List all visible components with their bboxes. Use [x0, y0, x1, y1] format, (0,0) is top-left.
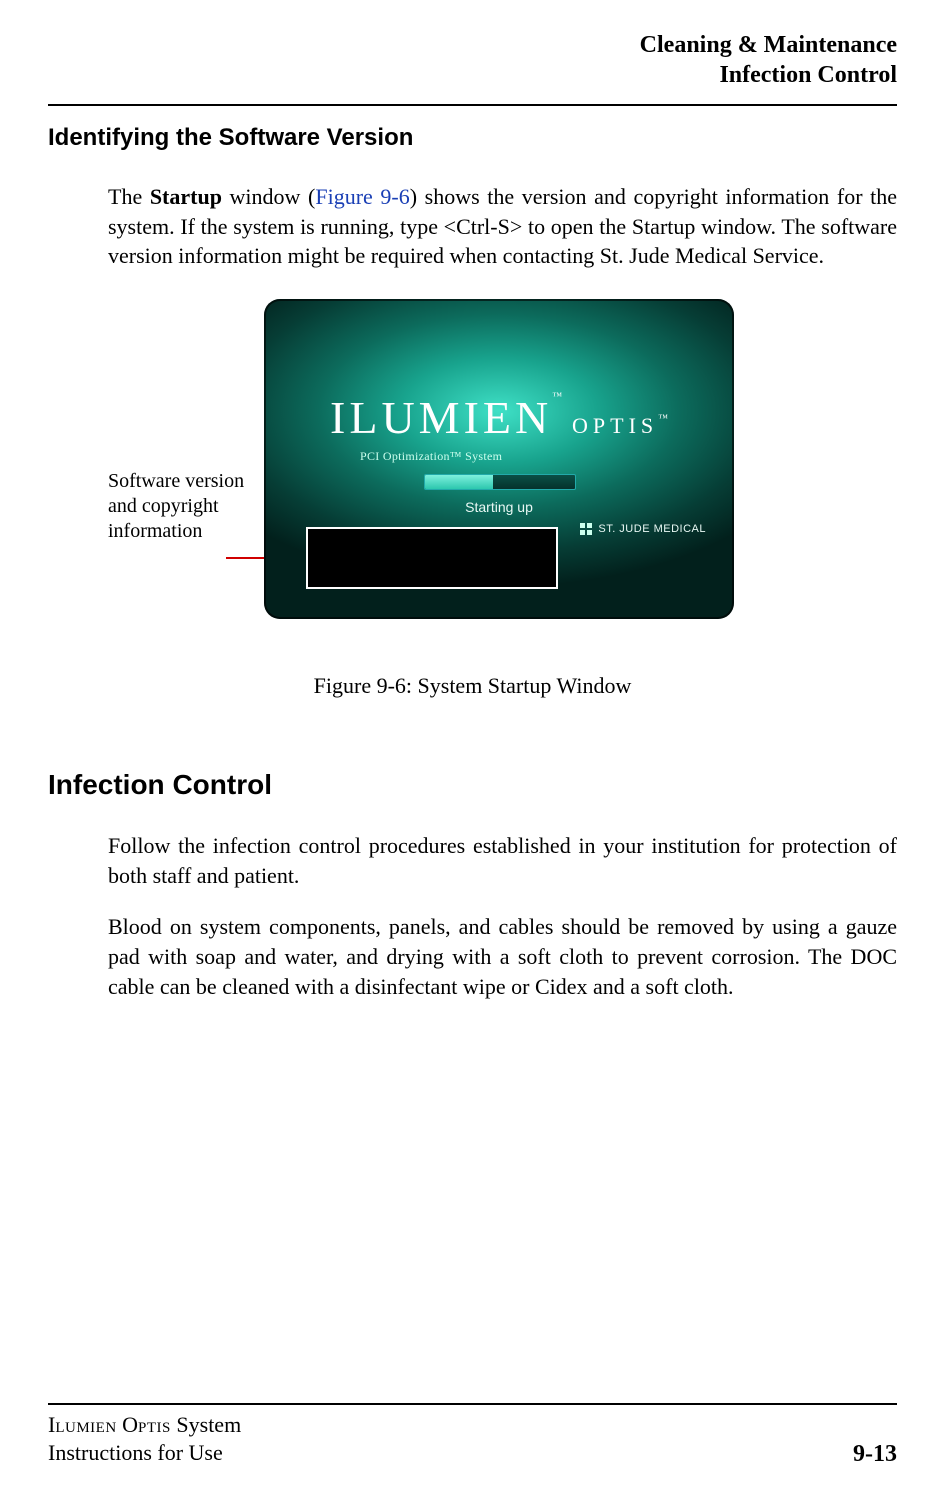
brand-sub-tm: ™ — [658, 413, 668, 424]
startup-bold: Startup — [150, 184, 222, 209]
section-heading-infection: Infection Control — [48, 769, 897, 801]
st-jude-text: ST. JUDE MEDICAL — [598, 523, 706, 535]
footer-frag: O — [117, 1412, 138, 1437]
callout-label: Software version and copyright informati… — [108, 469, 248, 544]
progress-bar — [424, 474, 576, 490]
section1-paragraph: The Startup window (Figure 9-6) shows th… — [108, 182, 897, 271]
page-header: Cleaning & Maintenance Infection Control — [48, 30, 897, 90]
section2-p2: Blood on system components, panels, and … — [108, 912, 897, 1001]
starting-label: Starting up — [264, 499, 734, 515]
brand-sub: OPTIS™ — [572, 413, 668, 439]
header-line1: Cleaning & Maintenance — [48, 30, 897, 60]
brand-main-text: ILUMIEN — [330, 392, 552, 443]
section2-body: Follow the infection control procedures … — [108, 831, 897, 1001]
text-fragment: The — [108, 184, 150, 209]
brand-main: ILUMIEN™ — [330, 391, 562, 444]
section-heading-identifying: Identifying the Software Version — [48, 124, 897, 152]
progress-fill — [425, 475, 493, 489]
text-fragment: window ( — [222, 184, 315, 209]
page-footer: Ilumien Optis System Instructions for Us… — [48, 1395, 897, 1468]
brand-sub-text: OPTIS — [572, 413, 658, 438]
header-line2: Infection Control — [48, 60, 897, 90]
figure-9-6: Software version and copyright informati… — [48, 299, 897, 659]
brand-main-tm: ™ — [552, 391, 562, 402]
footer-left: Ilumien Optis System Instructions for Us… — [48, 1411, 241, 1468]
footer-rule — [48, 1403, 897, 1405]
startup-window: ILUMIEN™ OPTIS™ PCI Optimization™ System… — [264, 299, 734, 619]
header-rule — [48, 104, 897, 106]
version-info-box — [306, 527, 558, 589]
section2-p1: Follow the infection control procedures … — [108, 831, 897, 890]
brand-row: ILUMIEN™ OPTIS™ — [264, 391, 734, 444]
st-jude-brand: ST. JUDE MEDICAL — [580, 523, 706, 535]
tagline: PCI Optimization™ System — [360, 449, 502, 464]
footer-frag: lumien — [55, 1412, 116, 1437]
footer-product-name: Ilumien Optis System — [48, 1411, 241, 1440]
figure-caption: Figure 9-6: System Startup Window — [48, 673, 897, 699]
figure-reference-link[interactable]: Figure 9-6 — [315, 184, 409, 209]
page-number: 9-13 — [853, 1441, 897, 1468]
footer-frag: System — [171, 1412, 241, 1437]
footer-frag: ptis — [138, 1412, 171, 1437]
st-jude-icon — [580, 523, 592, 535]
footer-doc-title: Instructions for Use — [48, 1439, 241, 1468]
section1-body: The Startup window (Figure 9-6) shows th… — [108, 182, 897, 271]
